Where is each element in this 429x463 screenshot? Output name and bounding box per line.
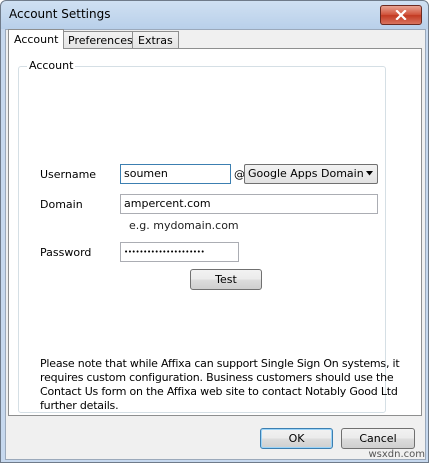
domain-input[interactable]: ampercent.com: [120, 194, 378, 214]
domain-type-selected: Google Apps Domain: [248, 167, 364, 180]
cancel-button[interactable]: Cancel: [341, 428, 415, 449]
password-label: Password: [40, 246, 92, 259]
title-bar[interactable]: Account Settings: [1, 1, 428, 29]
tab-account[interactable]: Account: [8, 29, 65, 49]
close-button[interactable]: [380, 5, 422, 25]
domain-type-select[interactable]: Google Apps Domain: [244, 164, 378, 184]
ok-button[interactable]: OK: [260, 428, 333, 449]
account-group-title: Account: [27, 59, 76, 72]
test-button[interactable]: Test: [190, 269, 262, 290]
sso-note: Please note that while Affixa can suppor…: [40, 357, 400, 412]
dialog-client-area: Account Preferences Extras Account Usern…: [5, 29, 426, 460]
account-tab-panel: Account Username soumen @ Google Apps Do…: [8, 48, 422, 416]
close-x-icon: [395, 10, 407, 20]
tab-extras[interactable]: Extras: [132, 31, 179, 48]
watermark-text: wsxdn.com: [368, 449, 425, 460]
username-label: Username: [40, 168, 97, 181]
account-settings-window: Account Settings Account Preferences Ext…: [0, 0, 429, 463]
username-input[interactable]: soumen: [120, 164, 231, 184]
domain-label: Domain: [40, 198, 83, 211]
domain-hint: e.g. mydomain.com: [129, 219, 239, 232]
dropdown-arrow-icon: [366, 171, 373, 176]
tab-preferences[interactable]: Preferences: [62, 31, 139, 48]
window-title: Account Settings: [9, 7, 111, 21]
password-input[interactable]: •••••••••••••••••••••: [120, 242, 239, 262]
